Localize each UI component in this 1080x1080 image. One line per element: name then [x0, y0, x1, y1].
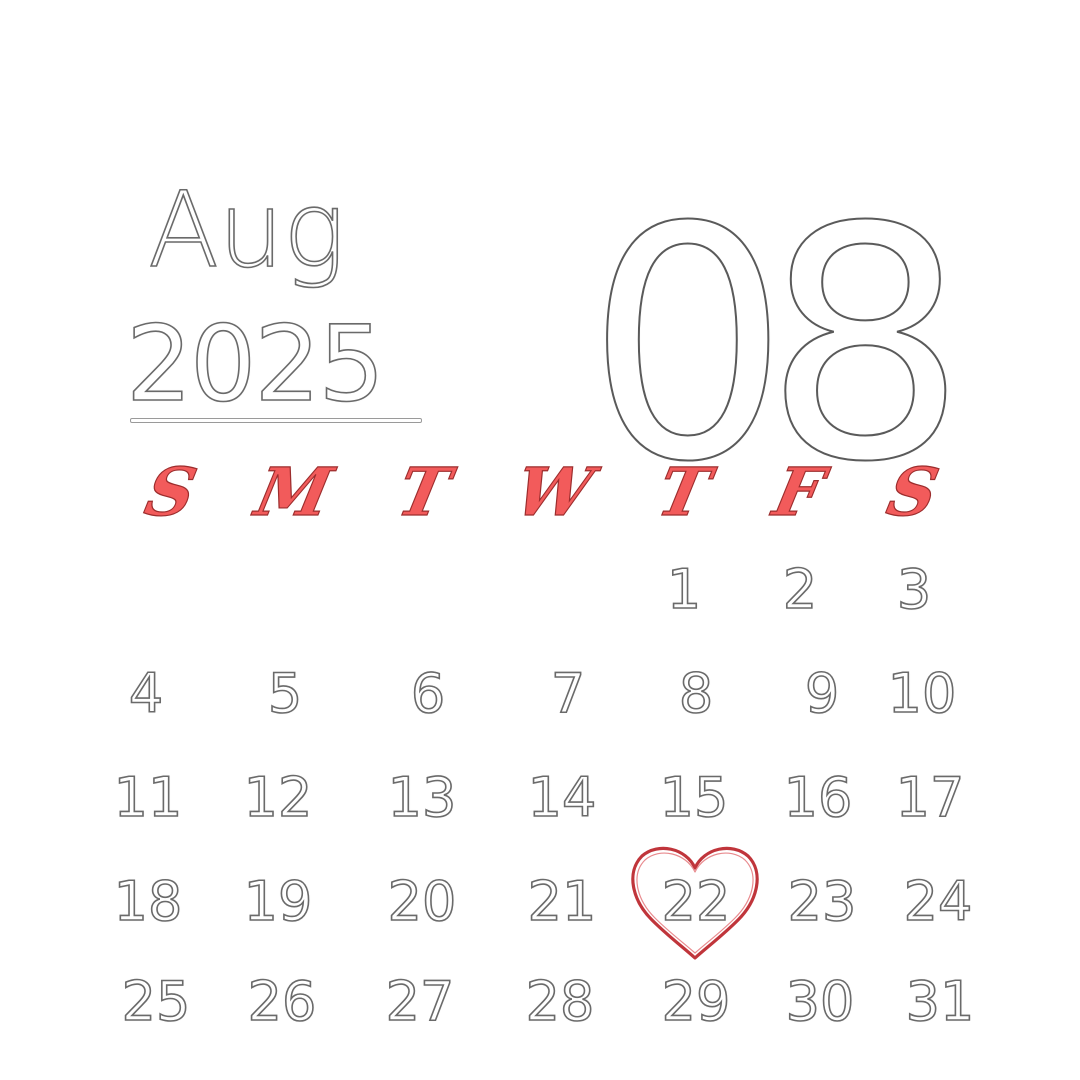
day-cell[interactable]: 23	[756, 852, 888, 952]
day-cell[interactable]	[362, 540, 494, 640]
header-underline	[130, 418, 422, 423]
weekday-mon: M	[249, 452, 340, 531]
day-cell[interactable]: 19	[212, 852, 344, 952]
day-cell[interactable]: 30	[754, 952, 886, 1052]
day-cell[interactable]: 31	[874, 952, 1006, 1052]
day-cell[interactable]: 11	[82, 748, 214, 848]
day-cell[interactable]: 29	[630, 952, 762, 1052]
day-cell[interactable]: 21	[496, 852, 628, 952]
day-cell[interactable]: 12	[212, 748, 344, 848]
day-cell[interactable]: 2	[734, 540, 866, 640]
heart-icon	[631, 846, 759, 960]
day-cell[interactable]: 26	[216, 952, 348, 1052]
day-cell[interactable]: 7	[502, 644, 634, 744]
day-cell[interactable]: 14	[496, 748, 628, 848]
day-cell[interactable]	[88, 540, 220, 640]
weekday-sun: S	[138, 452, 204, 531]
month-label: Aug	[147, 169, 346, 291]
day-cell[interactable]: 24	[872, 852, 1004, 952]
day-cell[interactable]: 17	[864, 748, 996, 848]
weekday-sat: S	[880, 452, 946, 531]
day-cell[interactable]: 6	[362, 644, 494, 744]
day-cell[interactable]: 28	[494, 952, 626, 1052]
day-cell[interactable]: 1	[618, 540, 750, 640]
day-cell[interactable]: 20	[356, 852, 488, 952]
day-cell[interactable]: 25	[90, 952, 222, 1052]
day-cell[interactable]: 8	[630, 644, 762, 744]
day-cell[interactable]: 18	[82, 852, 214, 952]
day-cell[interactable]: 5	[219, 644, 351, 744]
day-cell[interactable]: 13	[356, 748, 488, 848]
day-cell[interactable]: 15	[628, 748, 760, 848]
day-cell[interactable]: 4	[80, 644, 212, 744]
weekday-header-row: S M T W T F S	[110, 452, 970, 532]
weekday-tue: T	[391, 452, 458, 531]
day-grid: 1 2 3 4 5 6 7 8 9 10 11 12 13 14 15 16 1…	[88, 540, 990, 1060]
year-label: 2025	[125, 303, 385, 425]
day-cell[interactable]: 27	[354, 952, 486, 1052]
calendar-widget: Aug 2025 08 S M T W T F S 1 2 3 4 5 6 7 …	[0, 0, 1080, 1080]
day-cell[interactable]	[219, 540, 351, 640]
day-cell[interactable]: 3	[848, 540, 980, 640]
day-cell[interactable]	[502, 540, 634, 640]
day-cell[interactable]: 10	[856, 644, 988, 744]
weekday-wed: W	[508, 452, 600, 531]
